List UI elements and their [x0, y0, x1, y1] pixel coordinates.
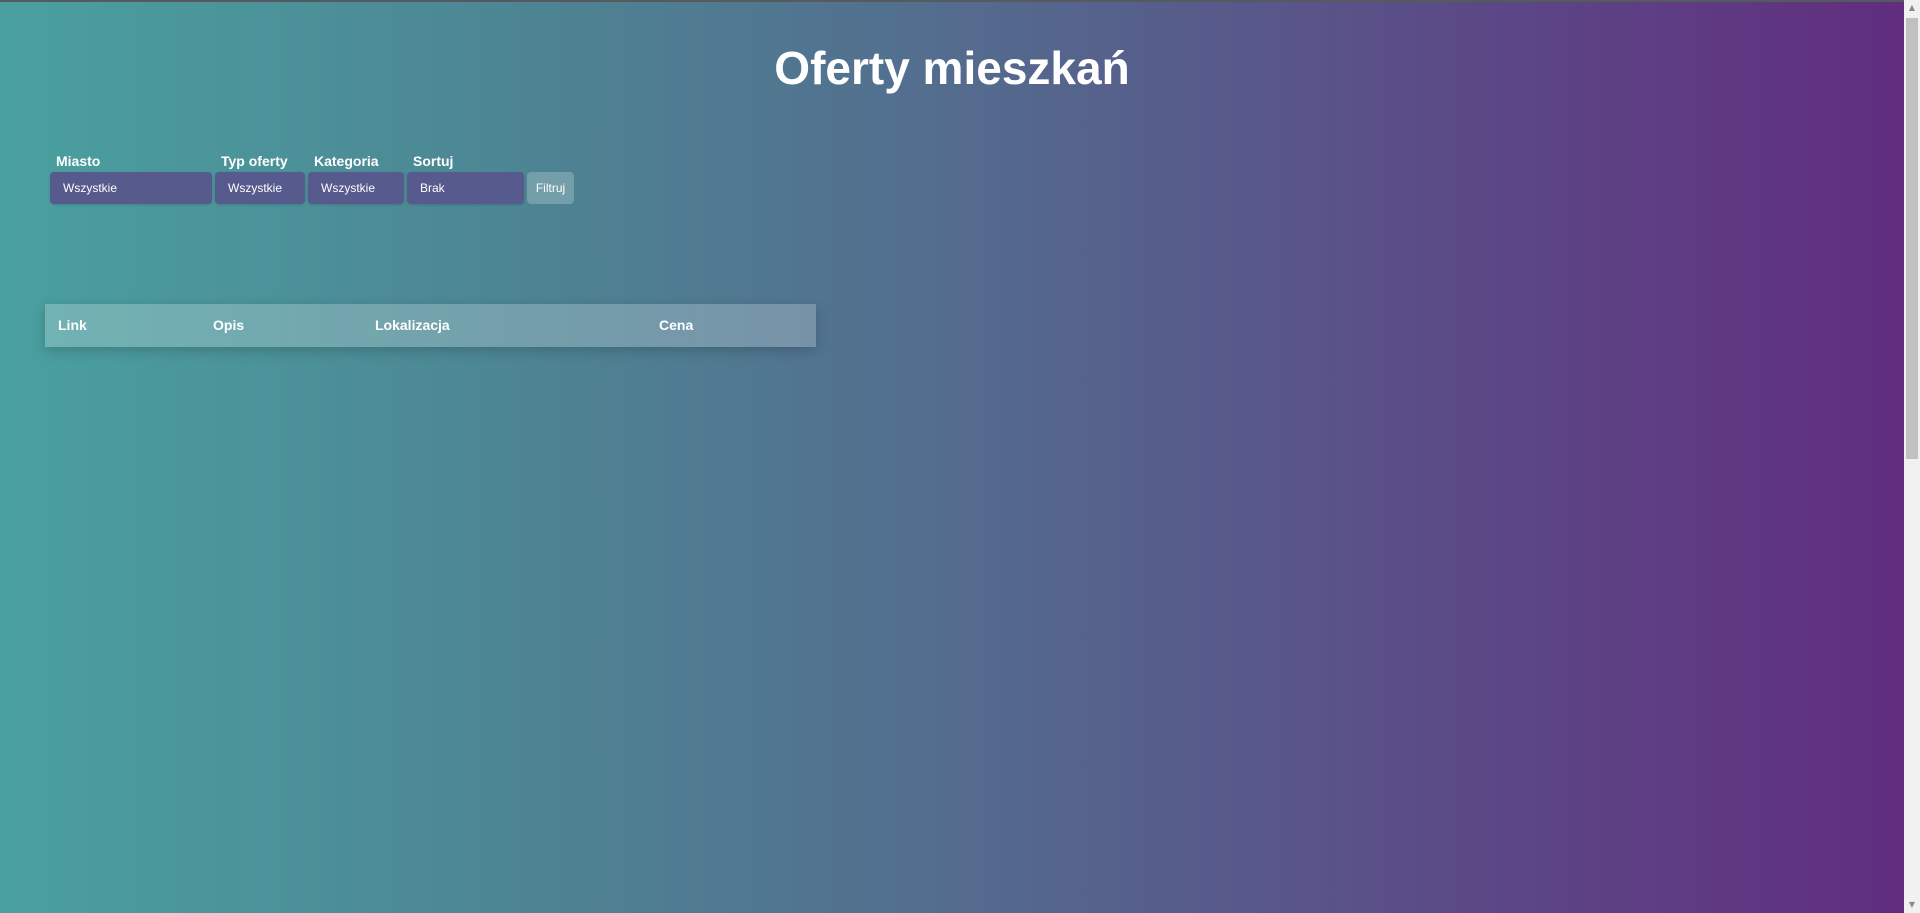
sort-select[interactable]: Brak: [407, 172, 524, 204]
scroll-up-icon[interactable]: ▲: [1904, 0, 1920, 16]
page-title: Oferty mieszkań: [774, 42, 1130, 94]
vertical-scrollbar[interactable]: ▲ ▼: [1904, 0, 1920, 913]
column-header-link: Link: [58, 317, 87, 333]
offers-table: Link Opis Lokalizacja Cena: [45, 304, 816, 347]
city-label: Miasto: [56, 153, 101, 169]
city-select[interactable]: Wszystkie: [50, 172, 212, 204]
column-header-description: Opis: [213, 317, 245, 333]
scroll-down-icon[interactable]: ▼: [1904, 897, 1920, 913]
category-label: Kategoria: [314, 153, 379, 169]
sort-label: Sortuj: [413, 153, 454, 169]
filter-button[interactable]: Filtruj: [527, 172, 574, 204]
page-content: Oferty mieszkań Miasto Wszystkie Typ ofe…: [0, 0, 1904, 913]
category-select[interactable]: Wszystkie: [308, 172, 404, 204]
offer-type-select[interactable]: Wszystkie: [215, 172, 305, 204]
column-header-location: Lokalizacja: [375, 317, 450, 333]
column-header-price: Cena: [659, 317, 694, 333]
scroll-thumb[interactable]: [1906, 18, 1918, 459]
offer-type-label: Typ oferty: [221, 153, 288, 169]
